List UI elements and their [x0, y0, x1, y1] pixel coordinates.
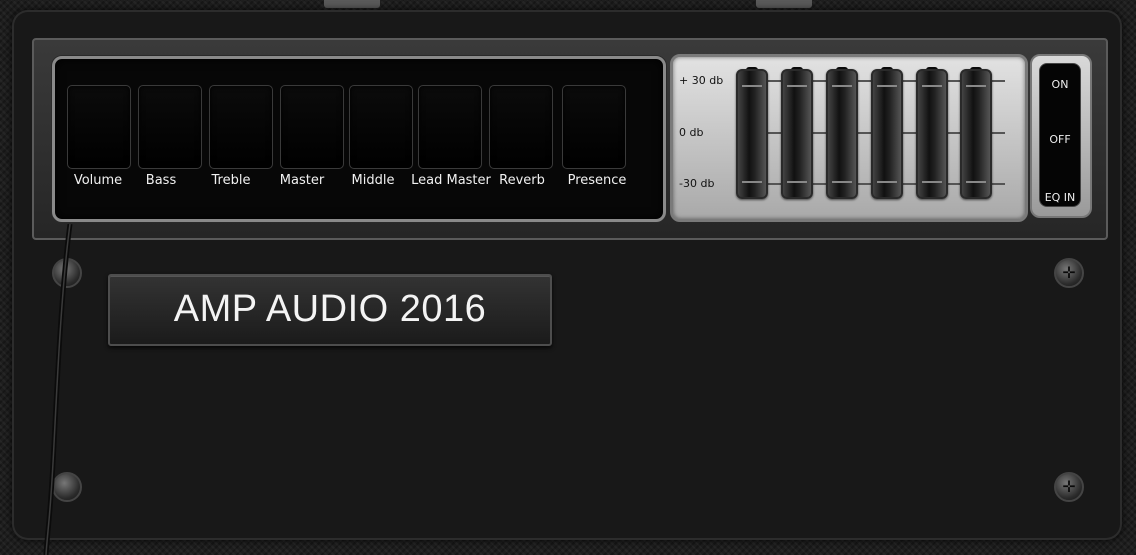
knob-label-middle: Middle [351, 173, 395, 188]
switch-off-label[interactable]: OFF [1040, 133, 1080, 146]
switch-on-label[interactable]: ON [1040, 78, 1080, 91]
eq-slider-1[interactable] [736, 69, 768, 199]
knob-treble[interactable] [209, 85, 273, 169]
eq-switch[interactable]: ON OFF EQ IN [1039, 63, 1081, 207]
eq-panel: + 30 db 0 db -30 db [670, 54, 1028, 222]
control-panel: Volume Bass Treble Master Middle Lead Ma… [52, 56, 666, 222]
top-tab-right [756, 0, 812, 8]
knob-reverb[interactable] [489, 85, 553, 169]
knob-label-presence: Presence [567, 173, 627, 188]
eq-label-top: + 30 db [679, 74, 724, 87]
brand-plate: AMP AUDIO 2016 [108, 274, 552, 346]
eq-slider-3[interactable] [826, 69, 858, 199]
knob-master[interactable] [280, 85, 344, 169]
knob-bass[interactable] [138, 85, 202, 169]
eq-slider-6[interactable] [960, 69, 992, 199]
eq-switch-panel: ON OFF EQ IN [1030, 54, 1092, 218]
screw-icon: ✛ [1054, 258, 1084, 288]
knob-volume[interactable] [67, 85, 131, 169]
knob-presence[interactable] [562, 85, 626, 169]
top-tab-left [324, 0, 380, 8]
eq-label-mid: 0 db [679, 126, 704, 139]
switch-eq-in-label: EQ IN [1044, 191, 1076, 204]
screw-icon: ✛ [1054, 472, 1084, 502]
eq-slider-2[interactable] [781, 69, 813, 199]
knob-middle[interactable] [349, 85, 413, 169]
eq-slider-4[interactable] [871, 69, 903, 199]
eq-slider-5[interactable] [916, 69, 948, 199]
knob-lead-master[interactable] [418, 85, 482, 169]
brand-title: AMP AUDIO 2016 [173, 288, 487, 330]
cable-icon [43, 224, 73, 555]
eq-label-bottom: -30 db [679, 177, 715, 190]
amp-cabinet: Volume Bass Treble Master Middle Lead Ma… [0, 0, 1136, 555]
